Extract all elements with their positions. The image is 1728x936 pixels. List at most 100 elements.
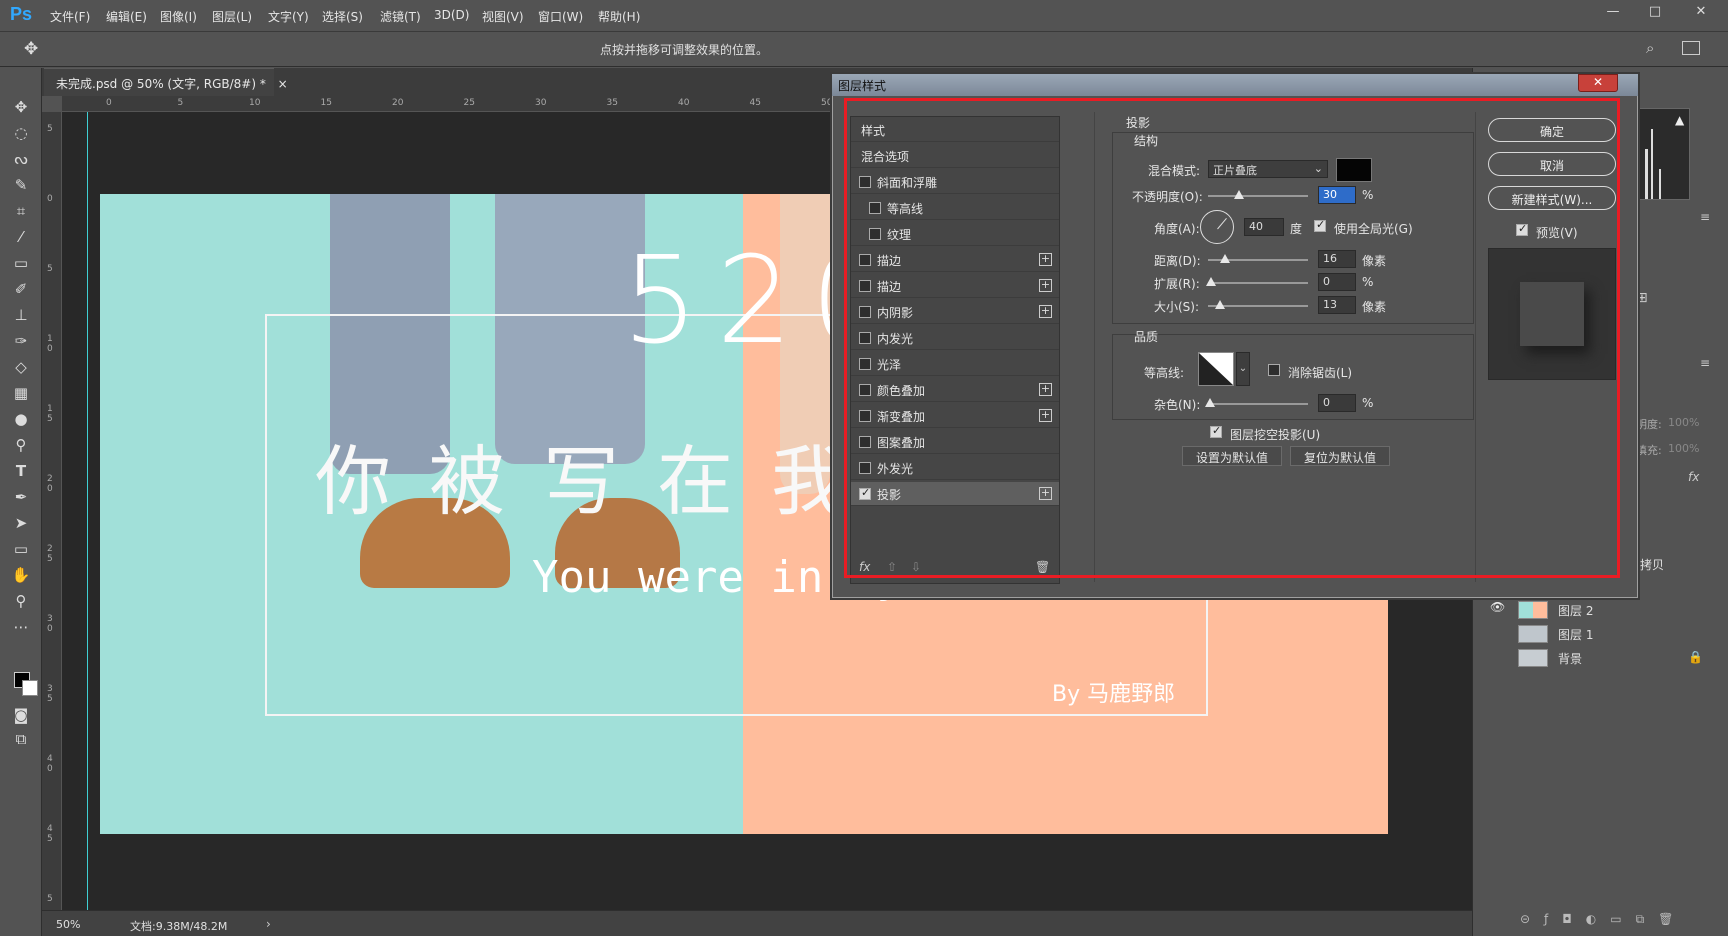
ruler-tick-label: 2 0 [47, 474, 53, 494]
status-arrow-icon[interactable]: › [266, 917, 271, 931]
layers-panel-footer-icons[interactable]: ⊝ƒ◘◐▭⧉🗑 [1520, 912, 1720, 932]
warning-icon: ▲ [1675, 113, 1685, 127]
marquee-tool-icon[interactable]: ◌ [10, 122, 32, 144]
layers-panel-menu-icon[interactable]: ≡ [1700, 356, 1710, 370]
status-bar [42, 910, 1472, 936]
opacity-short-label: 明度: [1636, 418, 1662, 431]
opacity-short-value[interactable]: 100% [1668, 416, 1699, 429]
ruler-tick-label: 1 5 [47, 404, 53, 424]
quick-select-tool-icon[interactable]: ✎ [10, 174, 32, 196]
healing-brush-icon[interactable]: ▭ [10, 252, 32, 274]
menu-item[interactable]: 帮助(H) [598, 8, 640, 25]
hand-tool-icon[interactable]: ✋ [10, 564, 32, 586]
window-close-button[interactable]: ✕ [1688, 4, 1714, 22]
pen-tool-icon[interactable]: ✒ [10, 486, 32, 508]
layer-thumbnail [1518, 649, 1548, 667]
restore-button[interactable]: □ [1642, 4, 1668, 22]
ruler-tick-label: 35 [606, 98, 618, 108]
menu-item[interactable]: 图像(I) [160, 8, 197, 25]
canvas-chinese-text: 你被写在我 [315, 437, 885, 526]
layer-row[interactable]: 图层 1 [1484, 622, 1720, 646]
menu-item[interactable]: 视图(V) [482, 8, 524, 25]
ruler-tick-label: 5 [177, 98, 184, 108]
document-size: 文档:9.38M/48.2M [130, 920, 228, 933]
fx-badge: fx [1688, 470, 1700, 484]
type-tool-icon[interactable]: T [10, 460, 32, 482]
move-tool-icon[interactable]: ✥ [10, 96, 32, 118]
menu-item[interactable]: 3D(D) [434, 8, 469, 22]
menu-item[interactable]: 文字(Y) [268, 8, 309, 25]
search-icon[interactable]: ⌕ [1646, 39, 1654, 57]
workspace-icon[interactable] [1682, 41, 1700, 55]
move-tool-option-icon[interactable]: ✥ [24, 39, 38, 59]
ruler-tick-label: 0 [106, 98, 112, 108]
menu-item[interactable]: 滤镜(T) [380, 8, 421, 25]
ruler-tick-label: 5 [47, 124, 53, 134]
photoshop-logo: Ps [10, 4, 33, 24]
panel-menu-icon[interactable]: ≡ [1700, 210, 1710, 224]
minimize-button[interactable]: — [1600, 4, 1626, 22]
layer-thumbnail [1518, 601, 1548, 619]
shape-tool-icon[interactable]: ▭ [10, 538, 32, 560]
canvas-byline-text: By 马鹿野郎 [1052, 682, 1176, 707]
ruler-tick-label: 30 [535, 98, 547, 108]
eyedropper-tool-icon[interactable]: ⁄ [10, 226, 32, 248]
stamp-tool-icon[interactable]: ⊥ [10, 304, 32, 326]
lasso-tool-icon[interactable]: ᔓ [10, 148, 32, 170]
dodge-tool-icon[interactable]: ⚲ [10, 434, 32, 456]
history-brush-icon[interactable]: ✑ [10, 330, 32, 352]
options-hint: 点按并拖移可调整效果的位置。 [600, 43, 769, 57]
gradient-tool-icon[interactable]: ▦ [10, 382, 32, 404]
layer-row[interactable]: 👁 图层 2 [1484, 598, 1720, 622]
menu-bar [0, 0, 1728, 32]
dialog-close-button[interactable]: ✕ [1578, 74, 1618, 92]
layer-name: 背景 [1558, 652, 1583, 666]
crop-tool-icon[interactable]: ⌗ [10, 200, 32, 222]
layer-row[interactable]: 背景 🔒 [1484, 646, 1720, 670]
zoom-tool-icon[interactable]: ⚲ [10, 590, 32, 612]
tab-close-icon[interactable]: × [278, 77, 288, 91]
menu-item[interactable]: 图层(L) [212, 8, 252, 25]
document-tab[interactable]: 未完成.psd @ 50% (文字, RGB/8#) * × [44, 68, 288, 96]
ruler-tick-label: 3 5 [47, 684, 53, 704]
ruler-left: 5 0 5 1 0 1 5 2 0 2 5 3 0 3 5 4 0 4 5 5 [42, 112, 62, 910]
fill-short-value[interactable]: 100% [1668, 442, 1699, 455]
blur-tool-icon[interactable]: ● [10, 408, 32, 430]
document-tab-title: 未完成.psd @ 50% (文字, RGB/8#) * [56, 77, 266, 91]
ruler-tick-label: 10 [249, 98, 261, 108]
path-select-icon[interactable]: ➤ [10, 512, 32, 534]
zoom-level[interactable]: 50% [56, 918, 80, 931]
ruler-tick-label: 15 [320, 98, 332, 108]
layer-thumbnail [1518, 625, 1548, 643]
more-tools-icon[interactable]: ⋯ [10, 616, 32, 638]
eraser-tool-icon[interactable]: ◇ [10, 356, 32, 378]
ruler-tick-label: 5 [47, 894, 53, 904]
ruler-tick-label: 25 [463, 98, 475, 108]
dialog-title: 图层样式 [832, 74, 1638, 96]
highlight-annotation [844, 98, 1620, 578]
brush-tool-icon[interactable]: ✐ [10, 278, 32, 300]
menu-item[interactable]: 窗口(W) [538, 8, 583, 25]
eye-icon[interactable]: 👁 [1490, 600, 1508, 618]
ruler-tick-label: 40 [678, 98, 690, 108]
menu-item[interactable]: 选择(S) [322, 8, 363, 25]
ruler-tick-label: 50 [821, 98, 833, 108]
ruler-tick-label: 20 [392, 98, 404, 108]
background-color-swatch[interactable] [22, 680, 38, 696]
histogram-panel: ▲ [1634, 108, 1690, 200]
ruler-tick-label: 5 [47, 264, 53, 274]
quick-mask-icon[interactable]: ◙ [10, 704, 32, 726]
screen-mode-icon[interactable]: ⧉ [10, 728, 32, 750]
ruler-tick-label: 3 0 [47, 614, 53, 634]
ruler-tick-label: 45 [749, 98, 761, 108]
layer-name: 图层 1 [1558, 628, 1594, 642]
tools-panel: ✥ ◌ ᔓ ✎ ⌗ ⁄ ▭ ✐ ⊥ ✑ ◇ ▦ ● ⚲ T ✒ ➤ ▭ ✋ ⚲ … [0, 68, 42, 936]
ruler-tick-label: 1 0 [47, 334, 53, 354]
layer-name: 拷贝 [1640, 558, 1665, 572]
ruler-tick-label: 0 [47, 194, 53, 204]
ruler-tick-label: 2 5 [47, 544, 53, 564]
menu-item[interactable]: 编辑(E) [106, 8, 147, 25]
menu-item[interactable]: 文件(F) [50, 8, 90, 25]
ruler-tick-label: 4 0 [47, 754, 53, 774]
guide-line [87, 112, 88, 910]
